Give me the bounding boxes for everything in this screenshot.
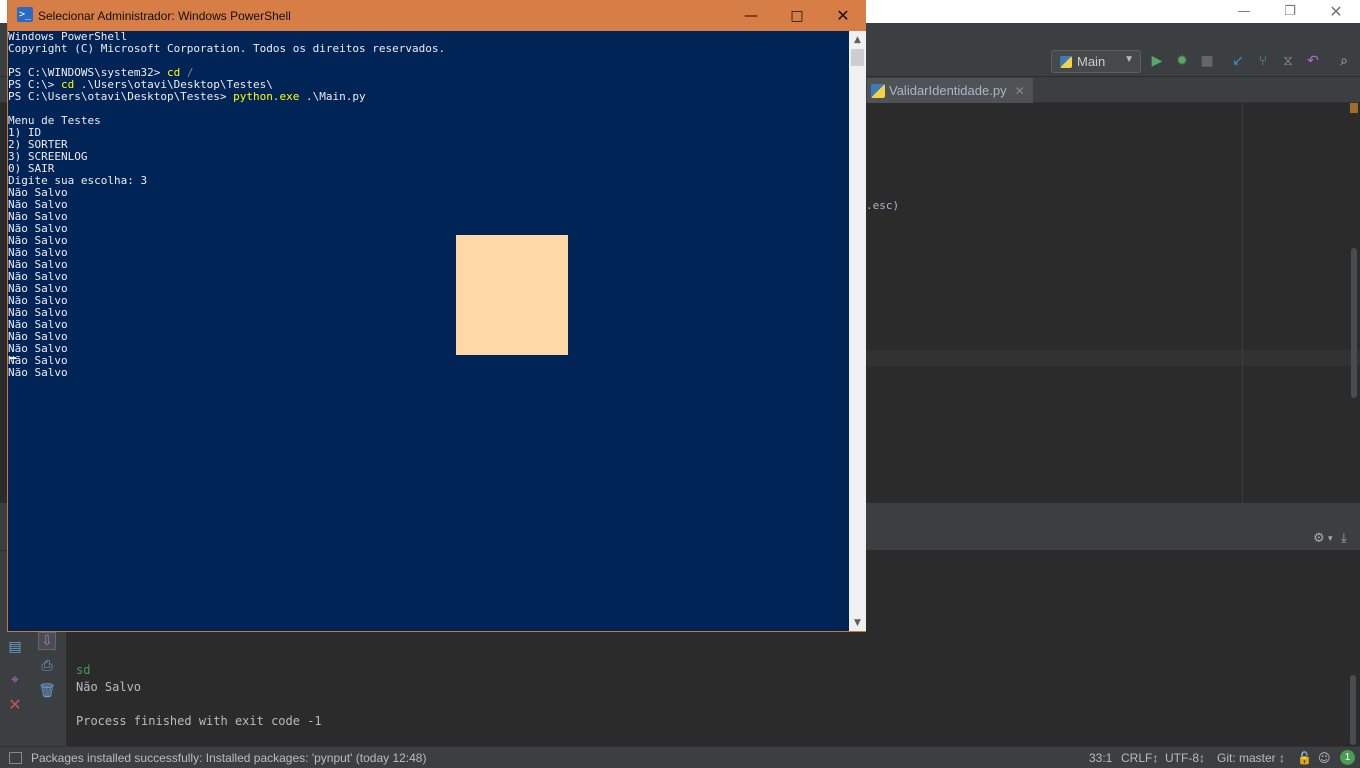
run-configuration-select[interactable]: Main ▼ xyxy=(1051,50,1141,73)
editor-scrollbar[interactable] xyxy=(1350,103,1358,503)
command-text: python.exe xyxy=(233,90,300,103)
console-scrollbar[interactable] xyxy=(1350,675,1356,745)
console-line: sd xyxy=(76,663,91,677)
line-separator[interactable]: CRLF↕ xyxy=(1121,751,1158,765)
text-cursor xyxy=(9,357,16,359)
console-line: Não Salvo xyxy=(76,680,142,694)
pin-icon[interactable]: ⌖ xyxy=(6,671,24,689)
ide-minimize-icon[interactable]: — xyxy=(1221,0,1267,23)
scroll-thumb[interactable] xyxy=(851,49,864,66)
powershell-titlebar[interactable]: >_ Selecionar Administrador: Windows Pow… xyxy=(8,0,866,31)
ide-restore-icon[interactable]: ❐ xyxy=(1267,0,1313,23)
trash-icon[interactable]: 🗑 xyxy=(38,682,56,700)
scroll-up-icon[interactable]: ▲ xyxy=(849,31,866,48)
console-line: PS C:\Users\otavi\Desktop\Testes> python… xyxy=(8,91,366,103)
inspector-icon[interactable]: ☺ xyxy=(1318,751,1331,765)
console-text: Copyright (C) Microsoft Corporation. Tod… xyxy=(8,42,446,55)
search-icon[interactable]: ⌕ xyxy=(1335,52,1353,70)
minimize-icon[interactable]: — xyxy=(728,0,774,31)
git-branch[interactable]: Git: master ↕ xyxy=(1217,751,1285,765)
caret-position[interactable]: 33:1 xyxy=(1089,751,1112,765)
status-message[interactable]: Packages installed successfully: Install… xyxy=(31,751,426,765)
print-icon[interactable]: ⎙ xyxy=(38,657,56,675)
vcs-commit-icon[interactable]: ⑂ xyxy=(1254,52,1272,70)
run-icon[interactable]: ▶ xyxy=(1148,52,1166,70)
close-icon[interactable]: ✕ xyxy=(820,0,866,31)
warning-marker xyxy=(1350,103,1358,113)
tab-validar-identidade[interactable]: ValidarIdentidade.py ✕ xyxy=(867,78,1033,103)
rerun-icon[interactable]: ⇩ xyxy=(38,632,56,650)
vcs-update-icon[interactable]: ↙ xyxy=(1229,52,1247,70)
window-title: Selecionar Administrador: Windows PowerS… xyxy=(38,9,291,23)
console-text: PS C:\Users\otavi\Desktop\Testes> xyxy=(8,90,234,103)
debug-icon[interactable]: ✹ xyxy=(1173,52,1191,70)
powershell-window[interactable]: >_ Selecionar Administrador: Windows Pow… xyxy=(7,0,866,632)
editor-scroll-thumb[interactable] xyxy=(1351,248,1357,398)
editor-code-fragment: .esc) xyxy=(866,199,900,212)
close-tab-icon[interactable]: ✕ xyxy=(1015,84,1025,98)
tab-label: ValidarIdentidade.py xyxy=(889,83,1007,98)
close-icon[interactable]: ✕ xyxy=(6,695,24,714)
console-line: Copyright (C) Microsoft Corporation. Tod… xyxy=(8,43,445,55)
file-encoding[interactable]: UTF-8↕ xyxy=(1165,751,1205,765)
lock-icon[interactable]: 🔓 xyxy=(1297,751,1312,765)
console-text: .\Main.py xyxy=(299,90,366,103)
python-file-icon xyxy=(1060,55,1072,68)
ide-close-icon[interactable]: ✕ xyxy=(1313,0,1359,23)
revert-icon[interactable]: ↶ xyxy=(1304,52,1322,70)
status-bar: Packages installed successfully: Install… xyxy=(0,746,1360,768)
powershell-icon: >_ xyxy=(17,7,33,22)
download-icon[interactable]: ⤓ xyxy=(1341,531,1347,546)
peach-overlay-square xyxy=(456,235,568,355)
chevron-down-icon: ▼ xyxy=(1124,54,1134,65)
python-file-icon xyxy=(871,83,885,98)
console-scrollbar[interactable]: ▲ ▼ xyxy=(849,31,866,631)
console-text: Não Salvo xyxy=(8,366,68,379)
scroll-down-icon[interactable]: ▼ xyxy=(849,614,866,631)
current-line-highlight xyxy=(866,350,1360,366)
notification-badge[interactable]: 1 xyxy=(1340,750,1355,765)
powershell-console[interactable]: Windows PowerShell Copyright (C) Microsof… xyxy=(8,31,849,631)
stop-icon[interactable]: ■ xyxy=(1198,52,1216,70)
layout-icon[interactable]: ▤ xyxy=(6,638,24,656)
run-config-label: Main xyxy=(1077,54,1106,69)
event-log-icon[interactable] xyxy=(9,752,22,764)
console-line: Process finished with exit code -1 xyxy=(76,714,322,728)
history-icon[interactable]: ⧖ xyxy=(1279,52,1297,70)
maximize-icon[interactable]: □ xyxy=(774,0,820,31)
settings-chevron-icon[interactable]: ▾ xyxy=(1328,534,1333,544)
console-line: Não Salvo xyxy=(8,367,68,379)
right-margin-guide xyxy=(1242,103,1243,503)
settings-icon[interactable]: ⚙ xyxy=(1313,531,1325,546)
